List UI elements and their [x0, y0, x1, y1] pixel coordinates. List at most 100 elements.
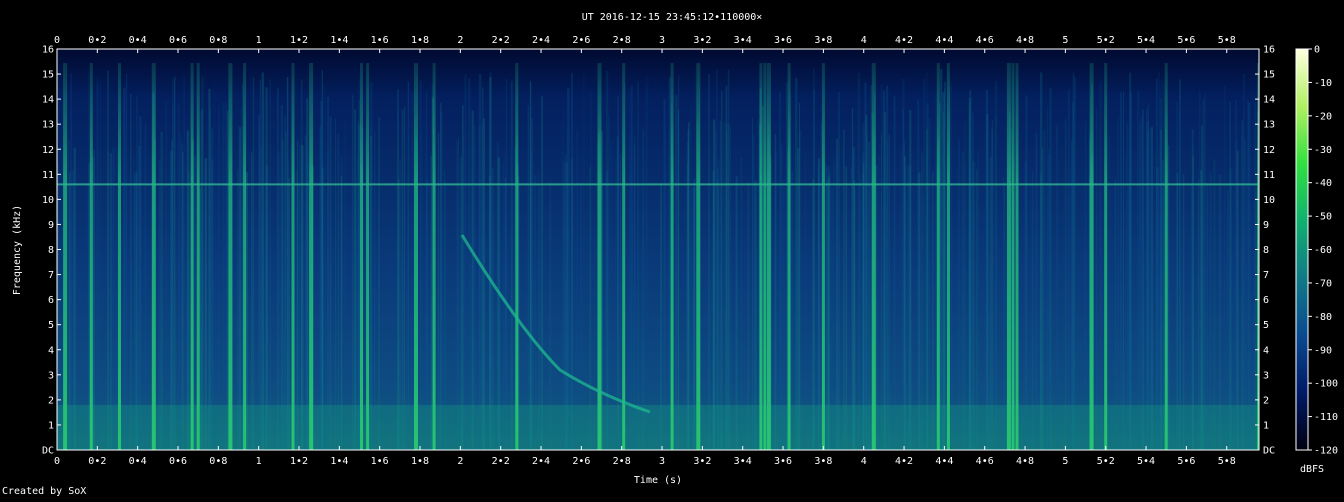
spectrogram-svg: UT 2016-12-15 23:45:12•110000× 0 0•2 0•4 0•…: [2, 12, 1338, 497]
broadband-impulse: [936, 63, 940, 450]
x-tick-label: 4•2: [895, 456, 913, 467]
broadband-impulse: [190, 63, 194, 450]
noise-streak: [1043, 130, 1046, 450]
noise-streak: [343, 120, 346, 450]
noise-streak: [286, 77, 289, 450]
y-tick-label: 11: [1263, 170, 1275, 181]
noise-streak: [957, 139, 960, 450]
x-tick-label: 2•2: [492, 35, 510, 46]
noise-streak: [319, 125, 322, 450]
noise-streak: [419, 80, 422, 450]
y-tick-label: 13: [42, 120, 54, 131]
broadband-impulse: [432, 63, 436, 450]
noise-streak: [721, 91, 723, 450]
x-tick-label: 4: [861, 35, 867, 46]
noise-streak: [238, 126, 241, 450]
x-tick-label: 1•4: [330, 456, 348, 467]
noise-streak: [694, 71, 696, 450]
y-tick-label: 4: [48, 345, 54, 356]
broadband-impulse: [63, 63, 68, 450]
x-tick-label: 5•8: [1218, 35, 1236, 46]
noise-streak: [729, 124, 731, 450]
noise-streak: [99, 80, 101, 450]
noise-streak: [971, 112, 975, 450]
noise-streak: [298, 143, 301, 450]
broadband-impulse: [1164, 63, 1168, 450]
noise-streak: [1041, 147, 1044, 450]
noise-streak: [838, 92, 840, 450]
broadband-impulse: [946, 63, 950, 450]
x-tick-label: 1•2: [290, 456, 308, 467]
x-tick-label: 2: [457, 35, 463, 46]
noise-streak: [1202, 99, 1205, 450]
noise-streak: [1122, 91, 1124, 450]
y-tick-label: 15: [42, 70, 54, 81]
noise-streak: [1229, 101, 1231, 450]
noise-streak: [411, 91, 414, 450]
noise-streak: [1047, 148, 1050, 450]
noise-streak: [1126, 122, 1129, 450]
x-tick-label: 5•6: [1177, 35, 1195, 46]
noise-streak: [112, 147, 115, 450]
y-tick-label: 8: [1263, 245, 1269, 256]
x-tick-label: 2•2: [492, 456, 510, 467]
x-tick-label: 4•8: [1016, 35, 1034, 46]
noise-streak: [327, 97, 329, 450]
broadband-impulse: [89, 63, 93, 450]
noise-streak: [123, 87, 126, 450]
x-tick-label: 5•6: [1177, 456, 1195, 467]
noise-streak: [1070, 140, 1073, 450]
colorbar-tick-label: -60: [1314, 245, 1332, 256]
y-tick-label: 8: [48, 245, 54, 256]
noise-streak: [617, 96, 619, 450]
noise-streak: [567, 88, 570, 450]
broadband-impulse: [1015, 63, 1019, 450]
noise-streak: [181, 143, 184, 450]
x-tick-label: 5•8: [1218, 456, 1236, 467]
colorbar-tick-label: -20: [1314, 111, 1332, 122]
noise-streak: [663, 99, 666, 450]
x-tick-label: 4: [861, 456, 867, 467]
noise-streak: [843, 129, 845, 450]
noise-streak: [510, 81, 513, 450]
noise-streak: [421, 113, 423, 450]
x-tick-label: 3•4: [734, 456, 752, 467]
noise-streak: [527, 105, 530, 450]
noise-streak: [886, 141, 889, 450]
x-tick-label: 2•8: [613, 35, 631, 46]
noise-streak: [1167, 145, 1170, 450]
x-tick-label: 3•2: [693, 35, 711, 46]
colorbar-tick-label: -10: [1314, 78, 1332, 89]
noise-streak: [464, 74, 467, 450]
broadband-impulse: [763, 63, 767, 450]
noise-streak: [97, 77, 99, 450]
noise-streak: [222, 102, 225, 450]
noise-streak: [179, 134, 182, 450]
x-tick-label: 5•4: [1137, 35, 1155, 46]
x-tick-label: 3•4: [734, 35, 752, 46]
x-tick-label: 3•8: [814, 456, 832, 467]
broadband-impulse: [366, 63, 370, 450]
x-tick-label: 4•2: [895, 35, 913, 46]
broadband-impulse: [787, 63, 791, 450]
y-tick-label: 7: [48, 270, 54, 281]
y-tick-label: 5: [1263, 320, 1269, 331]
noise-streak: [440, 111, 443, 450]
noise-streak: [1241, 120, 1244, 450]
noise-streak: [335, 119, 337, 450]
x-tick-label: 5•2: [1097, 456, 1115, 467]
noise-streak: [364, 128, 366, 450]
x-tick-label: 3: [659, 35, 665, 46]
colorbar-tick-label: -110: [1314, 412, 1338, 423]
noise-streak: [675, 95, 678, 450]
x-tick-label: 3•6: [774, 456, 792, 467]
noise-streak: [144, 122, 147, 450]
noise-streak: [1150, 126, 1153, 450]
noise-streak: [218, 105, 221, 450]
noise-streak: [645, 86, 648, 450]
noise-streak: [401, 109, 404, 450]
noise-streak: [1137, 90, 1140, 450]
x-tick-label: 2•6: [572, 456, 590, 467]
noise-streak: [241, 127, 244, 450]
noise-streak: [304, 135, 307, 450]
